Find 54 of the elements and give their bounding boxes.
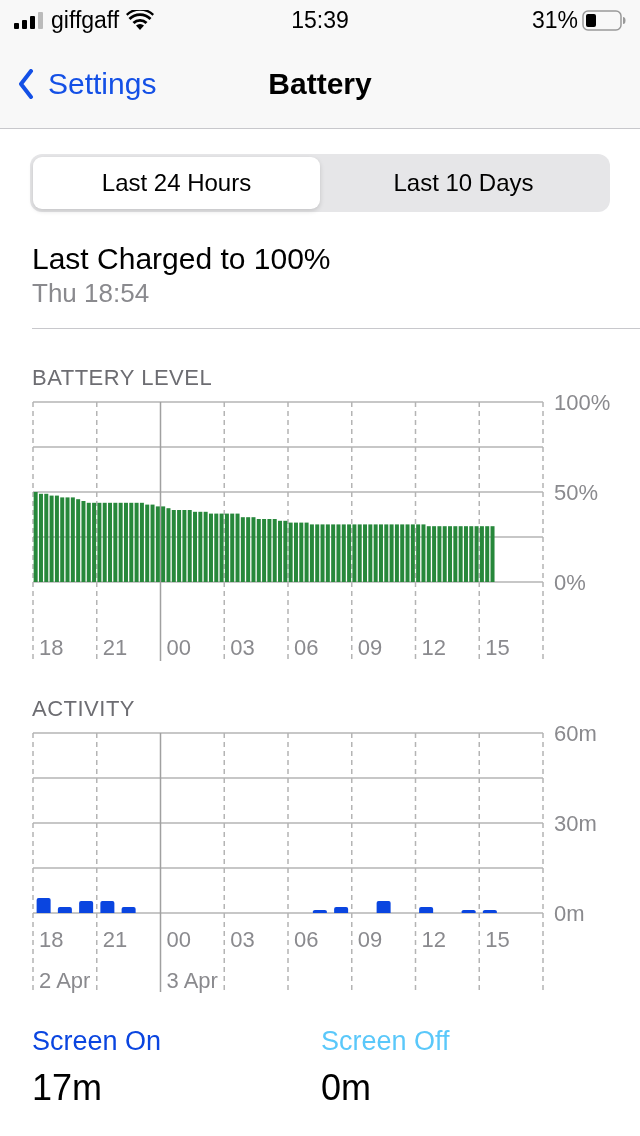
axis-label: 09 (357, 927, 383, 952)
segment-tab[interactable]: Last 24 Hours (33, 157, 320, 209)
axis-label: 21 (102, 927, 128, 952)
section-title: ACTIVITY (32, 696, 136, 722)
axis-label: 15 (485, 635, 510, 660)
segment-tab[interactable]: Last 10 Days (320, 157, 607, 209)
activity-bar (312, 910, 327, 913)
axis-label: 18 (39, 927, 64, 952)
battery-percent: 31% (531, 6, 578, 34)
page-title: Battery (268, 67, 372, 101)
usage-value: 17m (32, 1067, 104, 1109)
activity-bar (482, 910, 497, 913)
signal-icon (14, 11, 44, 29)
last-charged-time: Thu 18:54 (32, 277, 151, 309)
axis-label: 09 (357, 635, 383, 660)
last-charged-title: Last Charged to 100% (32, 241, 332, 277)
activity-bar (36, 898, 51, 913)
date-label: 2 Apr (39, 968, 91, 993)
axis-label: 50% (554, 480, 599, 505)
back-chevron-icon (18, 69, 34, 99)
axis-label: 00 (166, 635, 191, 660)
battery-icon (582, 9, 626, 31)
axis-label: 60m (554, 722, 597, 746)
axis-label: 15 (485, 927, 510, 952)
activity-bar (100, 901, 115, 913)
axis-label: 18 (39, 635, 64, 660)
date-label: 3 Apr (166, 968, 218, 993)
axis-label: 06 (294, 635, 319, 660)
legend-label: Screen On (32, 1025, 163, 1057)
activity-bar (79, 901, 94, 913)
axis-label: 00 (166, 927, 191, 952)
back-button[interactable]: Settings (18, 67, 269, 101)
axis-label: 30m (554, 811, 597, 836)
axis-label: 06 (294, 927, 319, 952)
axis-label: 12 (421, 927, 446, 952)
wifi-icon (126, 10, 155, 30)
carrier-name: giffgaff (51, 6, 120, 34)
axis-label: 03 (230, 635, 255, 660)
axis-label: 21 (102, 635, 128, 660)
section-title: BATTERY LEVEL (32, 365, 214, 391)
axis-label: 0% (554, 570, 586, 595)
axis-label: 12 (421, 635, 446, 660)
usage-value: 0m (321, 1067, 372, 1109)
activity-bar (376, 901, 391, 913)
activity-bar (461, 910, 476, 913)
axis-label: 100% (554, 391, 611, 415)
activity-bar (334, 907, 349, 913)
activity-bar (57, 907, 72, 913)
activity-bar (419, 907, 434, 913)
axis-label: 0m (554, 901, 585, 926)
activity-bar (121, 907, 136, 913)
legend-label: Screen Off (321, 1025, 451, 1057)
axis-label: 03 (230, 927, 255, 952)
clock-time: 15:39 (291, 6, 349, 34)
